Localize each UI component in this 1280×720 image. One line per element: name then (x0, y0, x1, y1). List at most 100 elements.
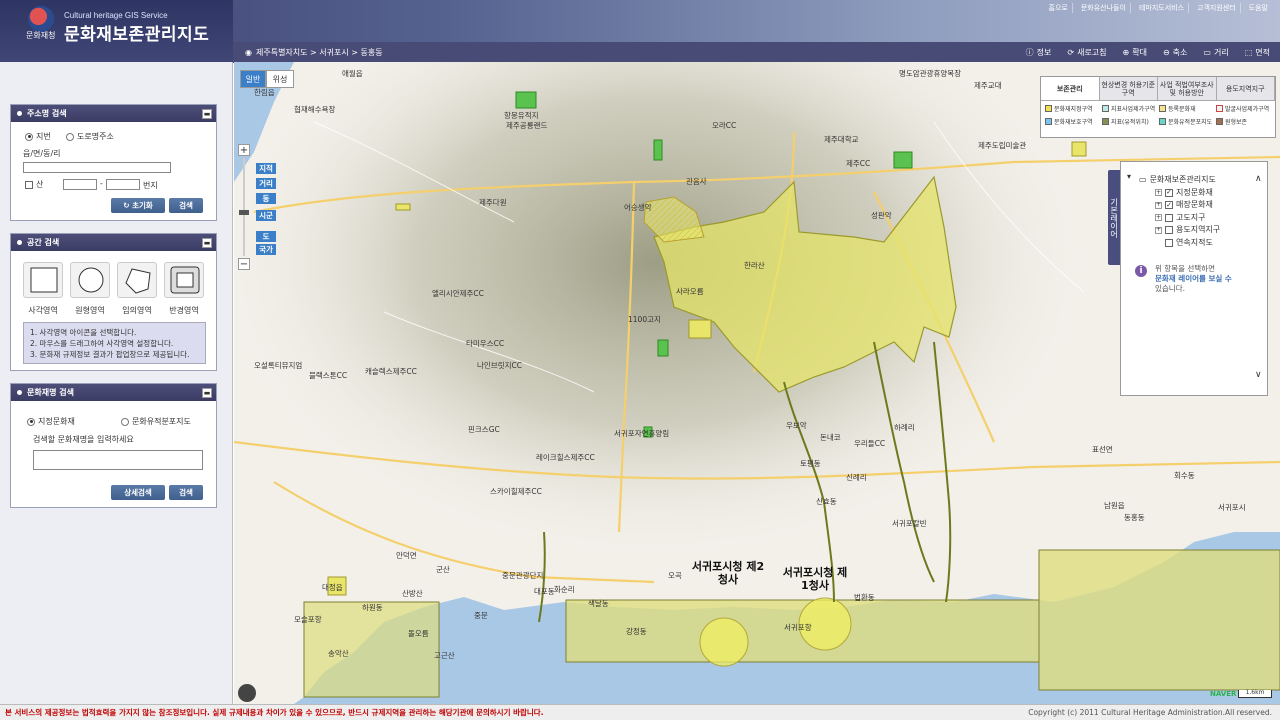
map-label: 애월읍 (342, 69, 363, 78)
heritage-search-button[interactable]: 검색 (169, 485, 203, 500)
layer-root[interactable]: ▭ 문화재보존관리지도 (1139, 174, 1220, 187)
radius-area-button[interactable] (164, 262, 204, 298)
reset-button[interactable]: ↻ 초기화 (111, 198, 165, 213)
map-label: 제주교대 (974, 81, 1002, 90)
zoom-in-button[interactable]: ⊕ 확대 (1123, 47, 1147, 58)
zoom-level-dong[interactable]: 동 (256, 193, 276, 204)
top-link-help[interactable]: 도움말 (1245, 3, 1272, 13)
map-toolbar: ◉ 제주특별자치도 > 서귀포시 > 동홍동 ⓘ 정보 ⟳ 새로고침 ⊕ 확대 ⊖ 축소… (233, 42, 1280, 63)
legend-item: 발굴사업제가구역 (1216, 104, 1271, 113)
rectangle-area-label: 사각영역 (28, 306, 58, 315)
jibun-radio[interactable]: 지번 (25, 131, 51, 144)
layer-item-designated[interactable]: + ✓ 지정문화재 (1139, 187, 1220, 200)
app-title[interactable]: 문화재보존관리지도 (64, 20, 209, 45)
map-label: 제주공룡랜드 (506, 121, 548, 130)
map-label: 회수동 (1174, 471, 1195, 480)
road-label: 도로명주소 (77, 132, 114, 141)
zoom-out-button[interactable]: ⊖ 축소 (1163, 47, 1187, 58)
rectangle-area-button[interactable] (23, 262, 63, 298)
map-label: 제주다원 (479, 198, 507, 207)
map-label: 신효동 (816, 497, 837, 506)
top-link-support[interactable]: 고객지원센터 (1193, 3, 1241, 13)
zoom-level-street[interactable]: 거리 (256, 178, 276, 189)
info-icon: ⓘ (1025, 48, 1034, 57)
site-map-radio[interactable]: 문화유적분포지도 (121, 416, 191, 429)
mountain-checkbox[interactable]: 산 (25, 179, 43, 190)
legend-tab-alteration[interactable]: 현상변경 허용기준구역 (1099, 77, 1158, 100)
layer-item-buried[interactable]: + ✓ 매장문화재 (1139, 199, 1220, 212)
map-label: 제주CC (846, 159, 871, 168)
minimize-icon[interactable]: ▬ (202, 387, 212, 398)
area-button[interactable]: ⬚ 면적 (1245, 47, 1270, 58)
scroll-up-icon[interactable]: ∧ (1255, 174, 1262, 184)
instruction-3: 3. 문화재 규제정보 결과가 팝업창으로 제공됩니다. (30, 350, 190, 359)
collapse-icon[interactable]: ▾ (1127, 172, 1131, 181)
zoom-level-city[interactable]: 시군 (256, 210, 276, 221)
designated-radio[interactable]: 지정문화재 (27, 416, 75, 429)
bunji-sub-input[interactable] (106, 179, 140, 190)
instruction-2: 2. 마우스를 드래그하여 사각영역 설정합니다. (30, 339, 174, 348)
zoom-level-cadastral[interactable]: 지적 (256, 163, 276, 174)
legend-tab-preservation[interactable]: 보존관리 (1041, 77, 1100, 100)
map-canvas[interactable]: 애월읍 항몽유적지 제주공룡랜드 한림읍 협재해수욕장 제주다원 명도암관광휴양… (234, 62, 1280, 704)
map-label: 하원동 (362, 603, 383, 612)
map-label: 색달동 (588, 599, 609, 608)
map-type-satellite[interactable]: 위성 (266, 70, 294, 88)
left-panel: 주소명 검색 ▬ 지번 도로명주소 읍/면/동/리 산 - 번지 ↻ 초기화 검… (0, 62, 233, 704)
map-label: 남원읍 (1104, 501, 1125, 510)
layer-panel: ▭ 문화재보존관리지도 + ✓ 지정문화재 + ✓ 매장문화재 + 고도지구 + 용도지역지구… (1120, 161, 1268, 396)
layer-item-ancient-city[interactable]: + 고도지구 (1139, 212, 1220, 225)
map-label: 사라오름 (676, 287, 704, 296)
top-link-heritage-tour[interactable]: 문화유산나들이 (1077, 3, 1131, 13)
layer-item-zoning[interactable]: + 용도지역지구 (1139, 224, 1220, 237)
radius-area-label: 반경영역 (169, 306, 199, 315)
eng-title: Cultural heritage GIS Service (64, 11, 168, 20)
bunji-main-input[interactable] (63, 179, 97, 190)
agency-name: 문화재청 (26, 31, 56, 40)
legend-item: 지표사업제가구역 (1102, 104, 1157, 113)
scroll-down-icon[interactable]: ∨ (1255, 370, 1262, 380)
reset-label: 초기화 (132, 201, 153, 210)
minimize-icon[interactable]: ▬ (202, 237, 212, 248)
legend-tab-zoning[interactable]: 용도지역지구 (1216, 77, 1275, 100)
info-button[interactable]: ⓘ 정보 (1026, 47, 1052, 58)
layer-item-cadastral[interactable]: 연속지적도 (1139, 237, 1220, 250)
legend-item: 문화재지정구역 (1045, 104, 1100, 113)
city-hall-1-label: 서귀포시청 제1청사 (782, 566, 848, 592)
heritage-name-input[interactable] (33, 450, 203, 470)
road-radio[interactable]: 도로명주소 (66, 131, 114, 144)
map-label: 성판악 (871, 211, 892, 220)
zoom-level-province[interactable]: 도 (256, 231, 276, 242)
refresh-button[interactable]: ⟳ 새로고침 (1067, 47, 1106, 58)
map-type-general[interactable]: 일반 (240, 70, 266, 88)
mountain-label: 산 (36, 180, 44, 189)
legend-tab-survey[interactable]: 사업 적법여부조사 및 허용방안 (1158, 77, 1217, 100)
zoom-minus-button[interactable]: − (238, 258, 250, 270)
legal-notice: 본 서비스의 제공정보는 법적효력을 가지지 않는 참조정보입니다. 실제 규제… (5, 708, 544, 717)
circle-area-button[interactable] (70, 262, 110, 298)
map-label: 관음사 (686, 177, 707, 186)
polygon-area-button[interactable] (117, 262, 157, 298)
zoom-out-label: 축소 (1172, 48, 1188, 57)
top-link-home[interactable]: 홈으로 (1045, 3, 1073, 13)
instruction-1: 1. 사각영역 아이콘을 선택합니다. (30, 328, 137, 337)
zoom-slider-handle[interactable] (239, 210, 249, 215)
zoom-slider-track[interactable] (243, 158, 245, 256)
district-input[interactable] (23, 162, 171, 173)
polygon-area-label: 임의영역 (122, 306, 152, 315)
zoom-level-country[interactable]: 국가 (256, 244, 276, 255)
folder-icon: ▭ (1139, 175, 1147, 184)
heritage-circle-1[interactable] (699, 617, 749, 667)
top-link-theme-map[interactable]: 테마지도서비스 (1135, 3, 1190, 13)
minimize-icon[interactable]: ▬ (202, 108, 212, 119)
detail-search-button[interactable]: 상세검색 (111, 485, 165, 500)
base-layer-tab[interactable]: 기본레이어 (1108, 170, 1120, 265)
distance-button[interactable]: ▭ 거리 (1203, 47, 1228, 58)
map-label: 서귀포항 (784, 623, 812, 632)
zoom-plus-button[interactable]: + (238, 144, 250, 156)
legend-item: 문화재보호구역 (1045, 117, 1100, 126)
cha-emblem-icon (238, 684, 256, 702)
marine-zone-west[interactable] (303, 601, 440, 698)
address-search-button[interactable]: 검색 (169, 198, 203, 213)
marine-zone-east[interactable] (1038, 549, 1280, 691)
